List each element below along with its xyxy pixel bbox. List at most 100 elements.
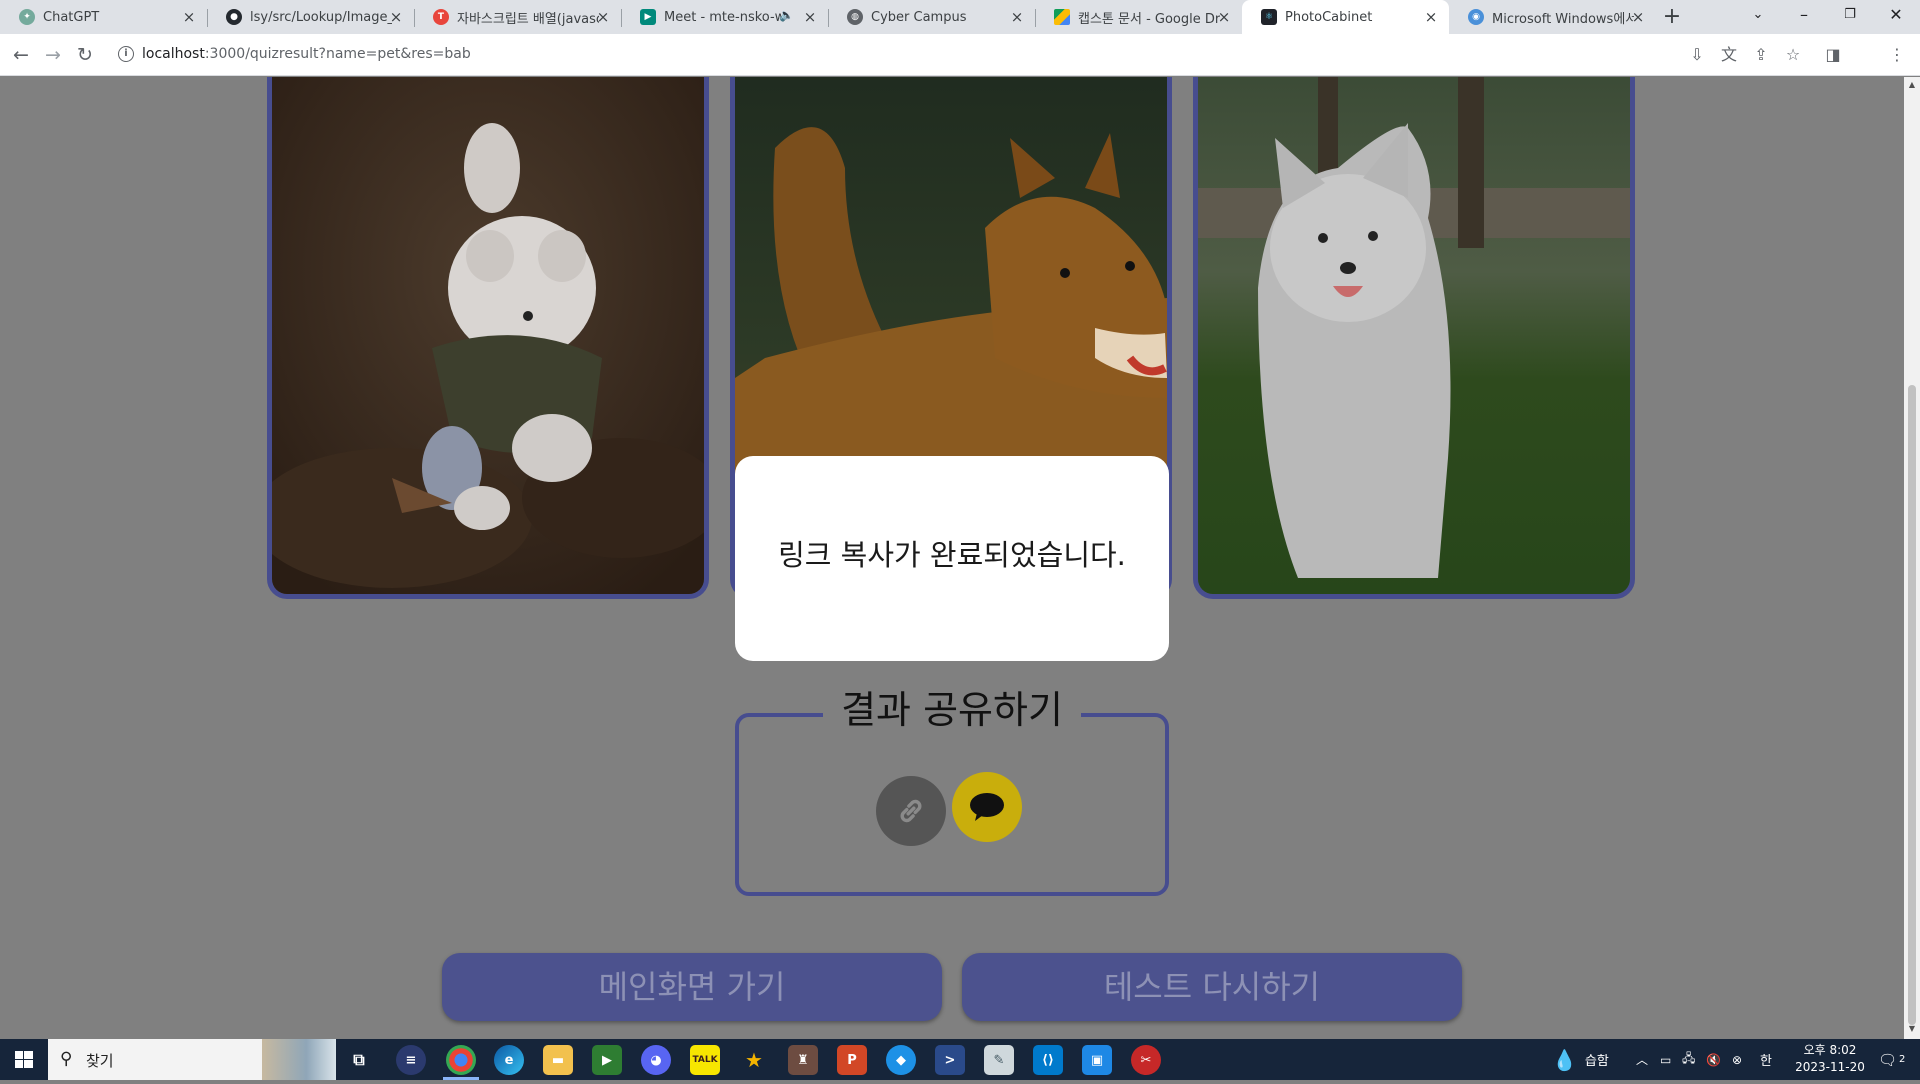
url-text[interactable]: localhost:3000/quizresult?name=pet&res=b… bbox=[142, 46, 471, 62]
powerpoint-icon[interactable]: P bbox=[837, 1045, 867, 1075]
docker-icon[interactable]: ◆ bbox=[886, 1045, 916, 1075]
kakaotalk-icon[interactable]: TALK bbox=[690, 1045, 720, 1075]
discord-icon[interactable]: ◕ bbox=[641, 1045, 671, 1075]
taskbar-search[interactable]: ⚲ 찾기 bbox=[48, 1039, 336, 1080]
browser-toolbar: ← → ↻ i localhost:3000/quizresult?name=p… bbox=[0, 34, 1920, 76]
network-icon[interactable]: 🖧 bbox=[1682, 1039, 1695, 1080]
game-app-icon[interactable]: ♜ bbox=[788, 1045, 818, 1075]
install-app-icon[interactable]: ⇩ bbox=[1686, 44, 1708, 66]
notification-center-icon[interactable]: 🗨 2 bbox=[1878, 1039, 1905, 1080]
page-scrollbar[interactable]: ▲ ▼ bbox=[1904, 77, 1920, 1039]
menu-dots-icon[interactable]: ⋮ bbox=[1886, 44, 1908, 66]
reload-icon[interactable]: ↻ bbox=[72, 42, 98, 68]
tab-google-drive[interactable]: 캡스톤 문서 - Google Dri × bbox=[1035, 0, 1242, 34]
url-host: localhost bbox=[142, 46, 205, 62]
speaker-icon[interactable]: 🔈 bbox=[779, 8, 794, 22]
copy-link-button[interactable] bbox=[876, 776, 946, 846]
tab-title: PhotoCabinet bbox=[1285, 9, 1373, 25]
weather-widget[interactable]: 💧 습함 bbox=[1552, 1039, 1609, 1080]
tab-strip: ✦ ChatGPT × ● lsy/src/Lookup/Image_Lo × … bbox=[0, 0, 1920, 34]
bookmark-star-icon[interactable]: ☆ bbox=[1782, 44, 1804, 66]
notification-count: 2 bbox=[1899, 1054, 1906, 1065]
close-window-button[interactable]: ✕ bbox=[1873, 0, 1919, 34]
snipping-app-icon[interactable]: ✂ bbox=[1131, 1045, 1161, 1075]
tray-overflow-icon[interactable]: ︿ bbox=[1636, 1039, 1648, 1080]
tab-javascript-array[interactable]: T 자바스크립트 배열(javasc × bbox=[414, 0, 621, 34]
tab-title: 자바스크립트 배열(javasc bbox=[457, 11, 599, 27]
samoyed-puppy-photo bbox=[1198, 77, 1630, 594]
ime-korean-icon[interactable]: 한 bbox=[1760, 1039, 1772, 1080]
share-icon[interactable]: ⇪ bbox=[1750, 44, 1772, 66]
close-icon[interactable]: × bbox=[1009, 9, 1025, 25]
humidity-icon: 💧 bbox=[1552, 1047, 1577, 1072]
search-placeholder: 찾기 bbox=[86, 1052, 114, 1070]
edge-page-icon: ◉ bbox=[1468, 9, 1484, 25]
go-main-button[interactable]: 메인화면 가기 bbox=[442, 953, 942, 1021]
address-bar[interactable]: i localhost:3000/quizresult?name=pet&res… bbox=[110, 39, 1850, 70]
volume-muted-icon[interactable]: 🔇 bbox=[1706, 1039, 1721, 1080]
close-icon[interactable]: × bbox=[1216, 9, 1232, 25]
close-icon[interactable]: × bbox=[595, 9, 611, 25]
result-photo-card-1 bbox=[267, 77, 709, 599]
store-app-icon[interactable]: ▣ bbox=[1082, 1045, 1112, 1075]
url-path: :3000/quizresult?name=pet&res=bab bbox=[204, 46, 471, 62]
chatgpt-icon: ✦ bbox=[19, 9, 35, 25]
tab-title: Meet - mte-nsko-wp bbox=[664, 9, 786, 25]
translate-icon[interactable]: 文 bbox=[1718, 44, 1740, 66]
tab-github[interactable]: ● lsy/src/Lookup/Image_Lo × bbox=[207, 0, 414, 34]
link-copied-modal[interactable]: 링크 복사가 완료되었습니다. bbox=[735, 456, 1169, 661]
tab-cyber-campus[interactable]: ◍ Cyber Campus × bbox=[828, 0, 1035, 34]
close-icon[interactable]: × bbox=[802, 9, 818, 25]
new-tab-button[interactable]: + bbox=[1660, 6, 1684, 30]
clock-time: 오후 8:02 bbox=[1803, 1043, 1857, 1057]
tab-title: Microsoft Windows에서 bbox=[1492, 11, 1634, 27]
media-app-icon[interactable]: ▶ bbox=[592, 1045, 622, 1075]
start-button[interactable] bbox=[0, 1039, 48, 1080]
clock-date: 2023-11-20 bbox=[1795, 1060, 1865, 1074]
site-info-icon[interactable]: i bbox=[118, 46, 134, 62]
tab-photocabinet[interactable]: ⚛ PhotoCabinet × bbox=[1242, 0, 1449, 34]
star-app-icon[interactable]: ★ bbox=[739, 1045, 769, 1075]
powershell-icon[interactable]: > bbox=[935, 1045, 965, 1075]
close-icon[interactable]: × bbox=[181, 9, 197, 25]
tab-chatgpt[interactable]: ✦ ChatGPT × bbox=[0, 0, 207, 34]
display-icon[interactable]: ▭ bbox=[1660, 1039, 1671, 1080]
edge-icon[interactable]: e bbox=[494, 1045, 524, 1075]
close-icon[interactable]: × bbox=[1423, 9, 1439, 25]
tab-title: ChatGPT bbox=[43, 9, 100, 25]
scroll-down-arrow-icon[interactable]: ▼ bbox=[1908, 1025, 1916, 1033]
page-viewport: 링크 복사가 완료되었습니다. 결과 공유하기 메인화면 가기 테스트 다시하기 bbox=[0, 77, 1904, 1039]
vscode-icon[interactable]: ⟨⟩ bbox=[1033, 1045, 1063, 1075]
taskbar-clock[interactable]: 오후 8:02 2023-11-20 bbox=[1788, 1042, 1872, 1076]
mic-off-icon[interactable]: ⊗ bbox=[1732, 1039, 1742, 1080]
share-title: 결과 공유하기 bbox=[823, 687, 1081, 733]
close-icon[interactable]: × bbox=[388, 9, 404, 25]
tab-microsoft-windows[interactable]: ◉ Microsoft Windows에서 × bbox=[1449, 0, 1656, 34]
tab-title: lsy/src/Lookup/Image_Lo bbox=[250, 9, 392, 25]
back-arrow-icon[interactable]: ← bbox=[8, 42, 34, 68]
scroll-up-arrow-icon[interactable]: ▲ bbox=[1908, 81, 1916, 89]
side-panel-icon[interactable]: ◨ bbox=[1822, 44, 1844, 66]
tab-meet[interactable]: ▶ Meet - mte-nsko-wp 🔈 × bbox=[621, 0, 828, 34]
chrome-icon[interactable] bbox=[446, 1045, 476, 1075]
tab-title: Cyber Campus bbox=[871, 9, 967, 25]
eclipse-icon[interactable]: ≡ bbox=[396, 1045, 426, 1075]
drive-icon bbox=[1054, 9, 1070, 25]
red-t-icon: T bbox=[433, 9, 449, 25]
github-icon: ● bbox=[226, 9, 242, 25]
restore-button[interactable]: ❐ bbox=[1827, 0, 1873, 34]
scrollbar-thumb[interactable] bbox=[1908, 385, 1916, 1025]
white-puppy-running-photo bbox=[272, 77, 704, 594]
kakao-share-button[interactable] bbox=[952, 772, 1022, 842]
react-icon: ⚛ bbox=[1261, 9, 1277, 25]
retry-test-button[interactable]: 테스트 다시하기 bbox=[962, 953, 1462, 1021]
modal-message: 링크 복사가 완료되었습니다. bbox=[778, 537, 1126, 572]
forward-arrow-icon[interactable]: → bbox=[40, 42, 66, 68]
task-view-icon[interactable]: ⧉ bbox=[344, 1045, 374, 1075]
globe-icon: ◍ bbox=[847, 9, 863, 25]
tab-search-icon[interactable]: ⌄ bbox=[1735, 0, 1781, 34]
file-explorer-icon[interactable]: ▬ bbox=[543, 1045, 573, 1075]
notepad-icon[interactable]: ✎ bbox=[984, 1045, 1014, 1075]
close-icon[interactable]: × bbox=[1630, 9, 1646, 25]
minimize-button[interactable]: – bbox=[1781, 0, 1827, 34]
